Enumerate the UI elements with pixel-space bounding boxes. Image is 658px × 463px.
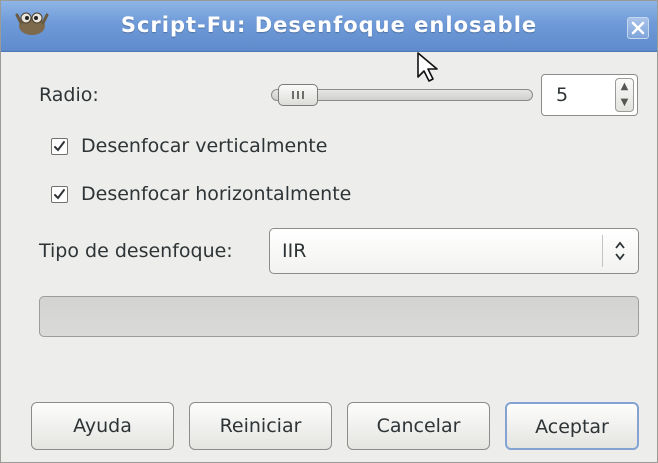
radius-spin-input[interactable]: 5 ▲ ▼ (541, 74, 638, 116)
combo-separator (602, 235, 603, 267)
window-title: Script-Fu: Desenfoque enlosable (120, 13, 538, 37)
mouse-pointer-icon (417, 52, 438, 82)
vertical-blur-label[interactable]: Desenfocar verticalmente (81, 135, 327, 157)
blur-type-select[interactable]: IIR (269, 228, 639, 274)
progress-bar (39, 296, 639, 337)
checkmark-icon (54, 141, 65, 152)
reset-button[interactable]: Reiniciar (189, 402, 332, 450)
spin-up-icon[interactable]: ▲ (616, 79, 633, 95)
radius-slider[interactable] (271, 83, 533, 107)
spin-down-icon[interactable]: ▼ (616, 95, 633, 111)
checkmark-icon (54, 189, 65, 200)
radius-spin-buttons[interactable]: ▲ ▼ (615, 78, 634, 112)
ok-button[interactable]: Aceptar (505, 402, 639, 450)
radius-value[interactable]: 5 (556, 84, 568, 106)
radius-slider-thumb[interactable] (278, 84, 318, 106)
help-button[interactable]: Ayuda (31, 402, 174, 450)
blur-type-value[interactable]: IIR (282, 240, 306, 262)
horizontal-blur-checkbox[interactable] (51, 186, 68, 203)
close-button[interactable] (627, 17, 649, 39)
blur-type-label: Tipo de desenfoque: (39, 240, 233, 262)
radius-label: Radio: (39, 84, 99, 106)
cancel-button[interactable]: Cancelar (347, 402, 490, 450)
slider-grip-icon (292, 91, 304, 99)
close-icon (631, 21, 645, 35)
horizontal-blur-label[interactable]: Desenfocar horizontalmente (81, 183, 351, 205)
combo-updown-arrows-icon[interactable] (610, 237, 630, 265)
title-bar[interactable]: Script-Fu: Desenfoque enlosable (1, 1, 657, 52)
dialog-window: Script-Fu: Desenfoque enlosable Radio: 5… (0, 0, 658, 463)
vertical-blur-checkbox[interactable] (51, 138, 68, 155)
